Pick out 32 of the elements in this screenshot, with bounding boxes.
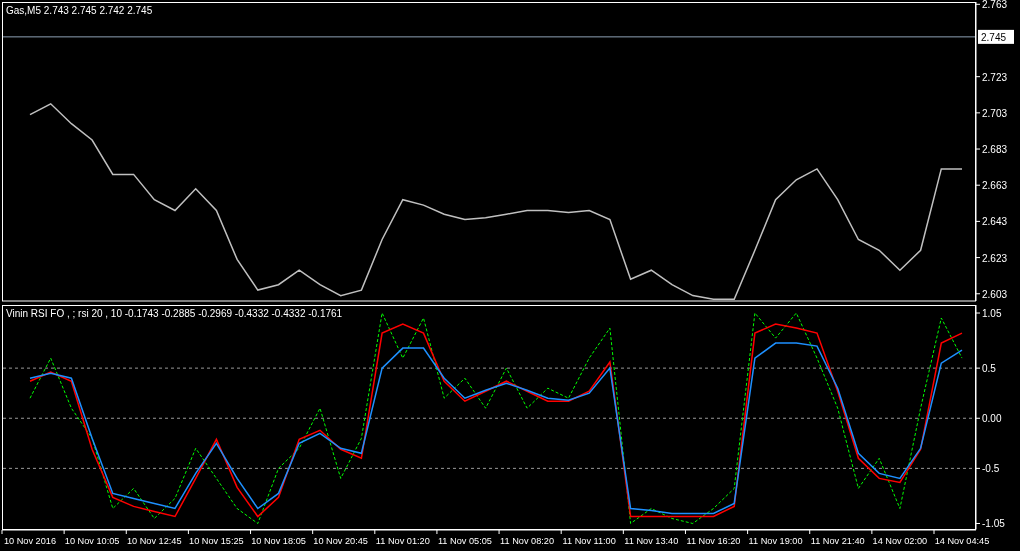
axis-label: 2.683 <box>982 144 1008 156</box>
time-label: 14 Nov 04:45 <box>934 536 990 546</box>
time-label: 10 Nov 2016 <box>3 536 57 546</box>
chart-title: Vinin RSI FO , ; rsi 20 , 10 -0.1743 -0.2885 -0.2969 -0.4332 -0.4332 -0.1761 <box>6 308 343 319</box>
time-label: 11 Nov 01:20 <box>375 536 430 546</box>
axis-label: 2.643 <box>982 216 1008 228</box>
axis-label: 2.723 <box>982 71 1008 83</box>
axis-label: 2.623 <box>982 252 1008 264</box>
time-label: 10 Nov 20:45 <box>313 536 368 546</box>
time-label: 11 Nov 08:20 <box>500 536 555 546</box>
time-label: 10 Nov 15:25 <box>189 536 244 546</box>
chart-title: Gas,M5 2.743 2.745 2.742 2.745 <box>6 5 153 16</box>
time-label: 10 Nov 18:05 <box>251 536 306 546</box>
axis-label: 2.763 <box>982 0 1008 11</box>
time-label: 10 Nov 10:05 <box>64 536 120 546</box>
time-label: 11 Nov 16:20 <box>686 536 741 546</box>
axis-label: 0.5 <box>982 363 996 375</box>
time-label: 11 Nov 21:40 <box>810 536 865 546</box>
current-price: 2.745 <box>981 31 1007 43</box>
axis-label: 2.703 <box>982 107 1008 119</box>
time-label: 11 Nov 05:05 <box>437 536 492 546</box>
axis-label: 2.603 <box>982 288 1008 300</box>
axis-label: 2.663 <box>982 180 1008 192</box>
time-label: 11 Nov 13:40 <box>624 536 679 546</box>
axis-label: 1.05 <box>982 308 1002 319</box>
time-label: 11 Nov 11:00 <box>562 536 616 546</box>
axis-label: 0.00 <box>982 413 1002 425</box>
axis-label: -1.05 <box>982 518 1005 530</box>
time-label: 14 Nov 02:00 <box>872 536 928 546</box>
time-label: 10 Nov 12:45 <box>126 536 182 546</box>
time-label: 11 Nov 19:00 <box>748 536 803 546</box>
axis-label: -0.5 <box>982 463 1000 475</box>
